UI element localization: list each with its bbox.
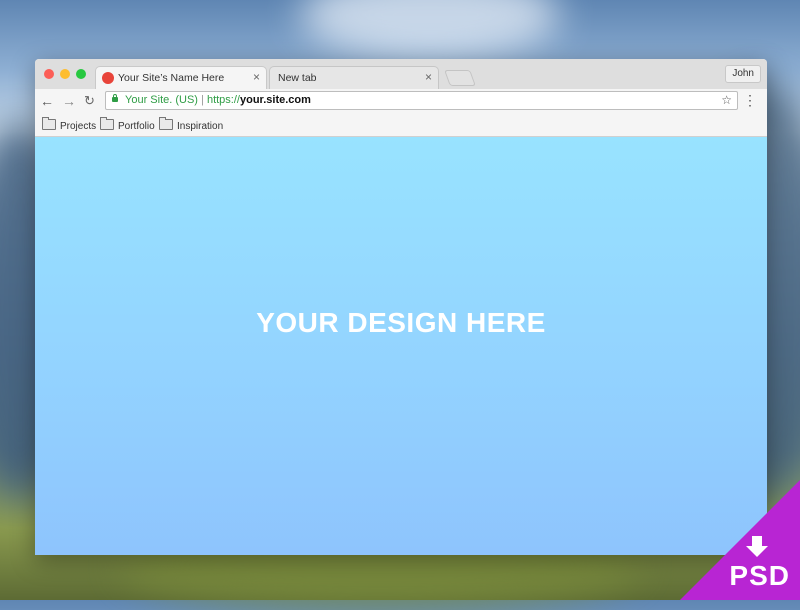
bookmark-portfolio[interactable]: Portfolio <box>100 117 155 133</box>
close-icon[interactable]: × <box>425 70 432 84</box>
tab-new[interactable]: New tab × <box>269 66 439 89</box>
arrow-right-icon[interactable]: → <box>62 92 76 110</box>
url-scheme: https:// <box>206 94 240 106</box>
zoom-window-button[interactable] <box>76 69 86 79</box>
url-separator: | <box>201 94 204 106</box>
close-icon[interactable]: × <box>253 70 260 84</box>
kebab-menu-icon[interactable]: ⋮ <box>743 92 757 108</box>
bookmark-label: Inspiration <box>177 121 224 132</box>
url-host: your.site.com <box>239 94 311 106</box>
browser-window: Your Site’s Name Here × New tab × John ←… <box>35 59 767 555</box>
navigation-toolbar: ← → ↻ Your Site. (US) | https://your.sit… <box>35 89 767 114</box>
folder-icon <box>159 117 173 130</box>
download-arrow-icon <box>752 536 762 546</box>
folder-icon <box>42 117 56 130</box>
profile-button[interactable]: John <box>725 65 761 83</box>
psd-label: PSD <box>729 560 790 591</box>
bookmarks-bar: Projects Portfolio Inspiration <box>35 114 767 137</box>
url-display: Your Site. (US) | https://your.site.com <box>125 92 311 109</box>
minimize-window-button[interactable] <box>60 69 70 79</box>
background-cloud <box>300 0 560 60</box>
new-tab-button[interactable] <box>444 70 476 86</box>
star-icon[interactable]: ☆ <box>721 92 732 109</box>
tab-active[interactable]: Your Site’s Name Here × <box>95 66 267 89</box>
bookmark-label: Portfolio <box>118 121 155 132</box>
url-organization: Your Site. (US) <box>125 94 198 106</box>
folder-icon <box>100 117 114 130</box>
bookmark-label: Projects <box>60 121 97 132</box>
download-arrow-head <box>746 546 768 557</box>
page-viewport: YOUR DESIGN HERE <box>35 137 767 555</box>
bookmark-inspiration[interactable]: Inspiration <box>159 117 224 133</box>
close-window-button[interactable] <box>44 69 54 79</box>
tab-title: Your Site’s Name Here <box>118 72 225 84</box>
page-headline: YOUR DESIGN HERE <box>256 307 546 338</box>
tab-title: New tab <box>278 72 317 84</box>
arrow-left-icon[interactable]: ← <box>40 92 54 110</box>
bookmark-projects[interactable]: Projects <box>42 117 97 133</box>
lock-icon <box>112 94 118 102</box>
reload-icon[interactable]: ↻ <box>84 92 95 110</box>
site-favicon-icon <box>102 72 114 84</box>
title-bar: Your Site’s Name Here × New tab × John <box>35 59 767 89</box>
address-bar[interactable]: Your Site. (US) | https://your.site.com … <box>105 91 738 110</box>
psd-badge-content: PSD <box>680 480 800 600</box>
